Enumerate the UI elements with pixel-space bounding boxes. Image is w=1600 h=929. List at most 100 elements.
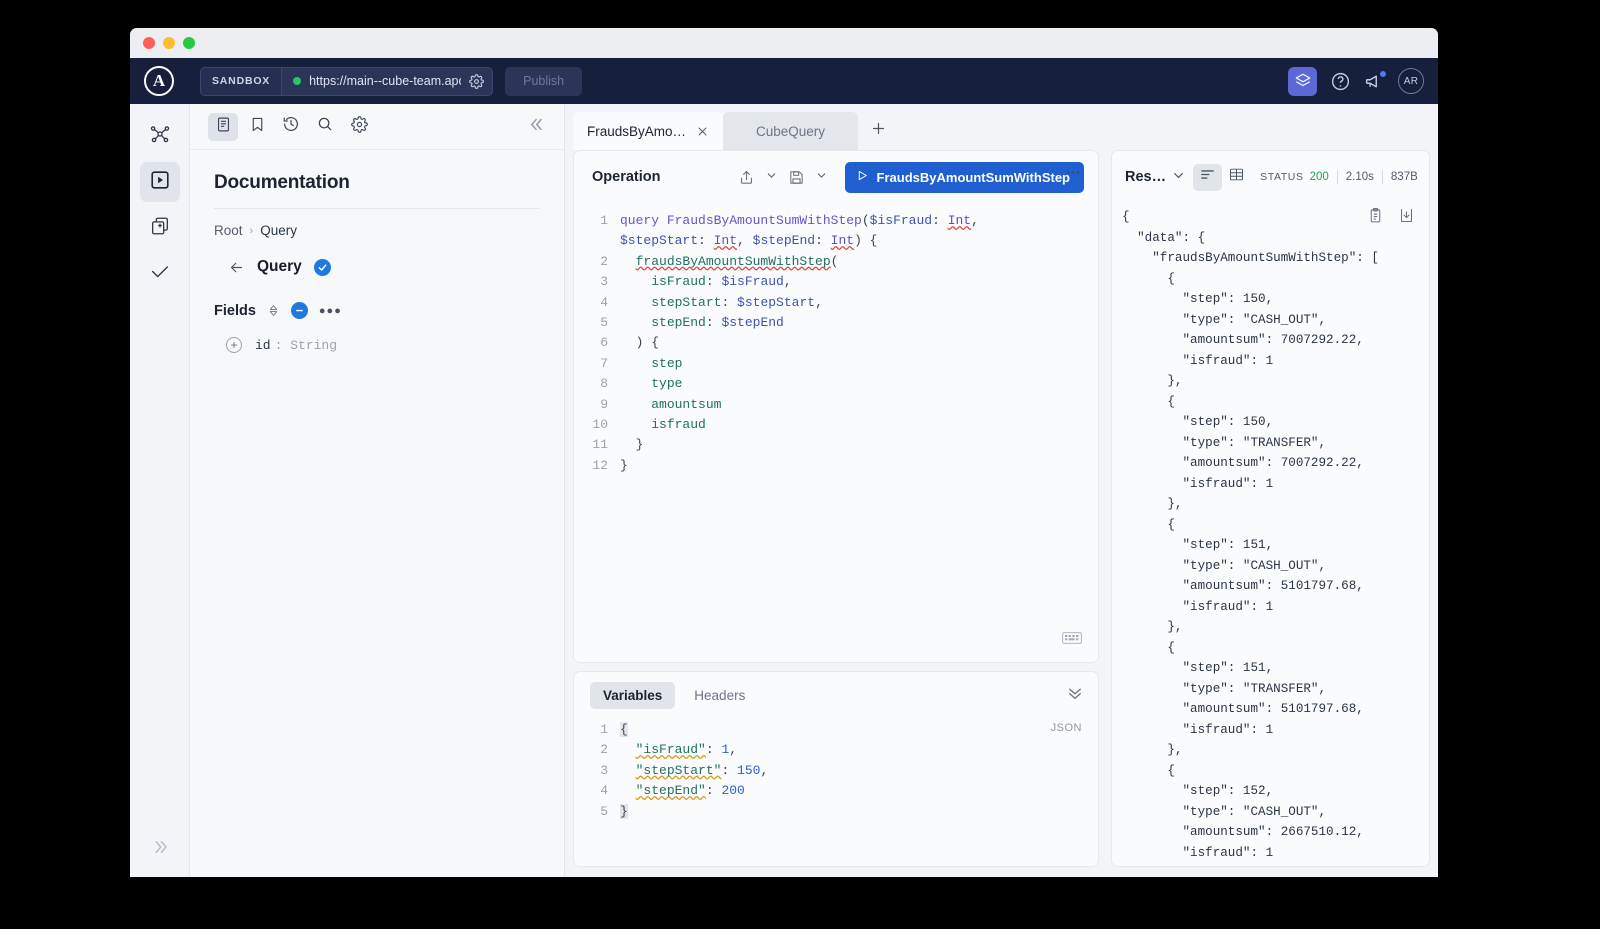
tab-headers[interactable]: Headers (681, 682, 758, 709)
code-line: 11 } (574, 435, 1098, 455)
divider (214, 208, 540, 209)
breadcrumb-root[interactable]: Root (214, 223, 243, 238)
operation-pane: Operation FraudsByAmountSumWithStep ⋯ 1 … (565, 150, 1105, 867)
window-minimize-button[interactable] (163, 37, 175, 49)
fields-more-icon[interactable]: ●●● (319, 305, 342, 317)
code-line: 3 "stepStart": 150, (574, 761, 1098, 781)
operation-card: Operation FraudsByAmountSumWithStep ⋯ 1 … (573, 150, 1099, 663)
close-icon[interactable] (696, 125, 709, 138)
back-button[interactable] (228, 259, 245, 276)
run-button-label: FraudsByAmountSumWithStep (876, 169, 1070, 185)
variables-editor[interactable]: 1{2 "isFraud": 1, 3 "stepStart": 150, 4 "s… (574, 718, 1098, 822)
line-number: 3 (600, 762, 608, 778)
endpoint-url-text: https://main--cube-team.apol (309, 74, 462, 88)
help-icon[interactable] (1330, 71, 1351, 92)
docs-tab-search[interactable] (310, 113, 340, 141)
graphql-editor[interactable]: 1 query FraudsByAmountSumWithStep($isFrau… (574, 203, 1098, 662)
rail-item-explorer[interactable] (139, 162, 180, 202)
add-field-icon[interactable]: + (226, 337, 242, 353)
code-text: { (620, 722, 628, 737)
operation-more-icon[interactable]: ⋯ (1066, 163, 1083, 181)
endpoint-url-field[interactable]: https://main--cube-team.apol (282, 68, 492, 95)
topnav-right-actions: AR (1288, 66, 1424, 96)
keyboard-shortcuts-icon[interactable] (1062, 631, 1082, 650)
line-number: 12 (592, 457, 608, 473)
code-line: 6 ) { (574, 333, 1098, 353)
lines-icon (1199, 166, 1216, 188)
variables-collapse-icon[interactable] (1066, 684, 1084, 707)
save-icon[interactable] (785, 166, 808, 189)
response-pane: Res… STATUS 200 2.10s 837B {"data": {"… (1105, 150, 1438, 867)
code-line: $stepStart: Int, $stepEnd: Int) { (574, 231, 1098, 251)
tab-fraudsbyamount[interactable]: FraudsByAmo… (573, 112, 724, 150)
code-line: 5} (574, 802, 1098, 822)
docs-tab-history[interactable] (276, 113, 306, 141)
docs-tab-settings[interactable] (344, 113, 374, 141)
collapse-fields-icon[interactable] (290, 302, 308, 319)
window-maximize-button[interactable] (183, 37, 195, 49)
history-icon (282, 115, 300, 138)
code-text: "stepEnd": 200 (635, 783, 745, 799)
share-icon[interactable] (735, 166, 758, 189)
code-text: stepStart: $stepStart, (651, 294, 823, 310)
response-view-json[interactable] (1193, 163, 1223, 191)
variables-header: Variables Headers (574, 672, 1098, 718)
code-line: 10 isfraud (574, 415, 1098, 435)
response-json: { "data": { "fraudsByAmountSumWithStep":… (1122, 210, 1379, 860)
announcements-icon[interactable] (1364, 69, 1387, 92)
window-titlebar (130, 28, 1438, 58)
fields-header-row: Fields ●●● (214, 302, 540, 319)
apollo-logo-icon[interactable]: A (144, 66, 174, 96)
code-text: type (651, 376, 683, 392)
line-number: 3 (600, 274, 608, 290)
save-dropdown-icon[interactable] (811, 170, 832, 184)
rail-item-schema-graph[interactable] (140, 116, 180, 156)
run-operation-button[interactable]: FraudsByAmountSumWithStep (844, 161, 1084, 193)
tab-cubequery[interactable]: CubeQuery (723, 112, 859, 150)
workspace: FraudsByAmo… CubeQuery Operation FraudsB… (565, 104, 1438, 877)
documentation-toolbar (190, 104, 564, 150)
code-text: } (620, 437, 644, 453)
docs-collapse-button[interactable] (529, 116, 546, 138)
chevron-down-icon[interactable] (1166, 169, 1193, 185)
docs-tab-documentation[interactable] (208, 112, 238, 141)
rail-expand-button[interactable] (151, 838, 169, 861)
endpoint-bar: SANDBOX https://main--cube-team.apol (200, 66, 494, 96)
code-text: "stepStart": 150, (635, 762, 769, 778)
fields-label: Fields (214, 302, 256, 319)
response-title: Res… (1125, 169, 1167, 185)
code-line: 4 stepStart: $stepStart, (574, 293, 1098, 313)
operation-tabs: FraudsByAmo… CubeQuery (565, 104, 1438, 150)
response-view-table[interactable] (1222, 164, 1251, 191)
code-text: ) { (620, 335, 660, 351)
breadcrumb-query[interactable]: Query (260, 223, 297, 238)
divider (1336, 170, 1338, 184)
rail-item-checks[interactable] (140, 254, 180, 294)
response-card: Res… STATUS 200 2.10s 837B {"data": {"… (1111, 150, 1430, 867)
docs-tab-bookmarks[interactable] (242, 113, 272, 141)
plus-icon (870, 120, 887, 143)
line-number: 11 (592, 437, 608, 453)
tab-variables[interactable]: Variables (590, 681, 676, 709)
play-square-icon (149, 169, 171, 196)
documentation-content: Documentation Root › Query Query Fields … (190, 150, 564, 353)
clipboard-icon[interactable] (1367, 207, 1384, 229)
code-text: $stepStart: Int, $stepEnd: Int) { (620, 233, 878, 249)
field-row[interactable]: + id : String (226, 337, 540, 353)
sort-icon[interactable] (267, 304, 280, 317)
rail-item-collections[interactable] (140, 208, 180, 248)
code-line: 1{ (574, 720, 1098, 740)
share-dropdown-icon[interactable] (761, 170, 782, 184)
endpoint-settings-icon[interactable] (469, 73, 484, 89)
download-icon[interactable] (1398, 207, 1415, 229)
chevron-double-right-icon (151, 841, 169, 860)
response-header: Res… STATUS 200 2.10s 837B (1112, 151, 1429, 203)
publish-button[interactable]: Publish (505, 66, 583, 96)
line-number: 1 (600, 722, 608, 737)
add-tab-button[interactable] (858, 112, 898, 150)
avatar[interactable]: AR (1398, 68, 1424, 94)
code-line: 7 step (574, 354, 1098, 374)
window-close-button[interactable] (143, 37, 155, 49)
sandbox-cube-icon[interactable] (1288, 66, 1317, 96)
line-number: 8 (600, 376, 608, 392)
